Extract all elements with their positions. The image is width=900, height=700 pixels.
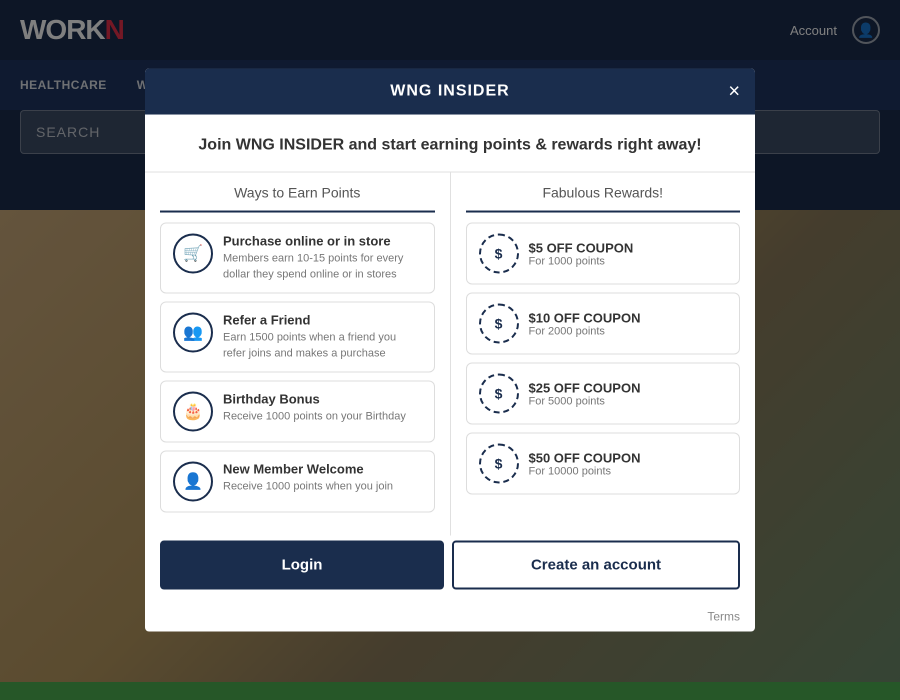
reward-sub-5: For 1000 points — [529, 255, 634, 267]
dollar-icon-50: $ — [479, 444, 519, 484]
reward-card-25: $ $25 OFF COUPON For 5000 points — [466, 363, 741, 425]
reward-sub-50: For 10000 points — [529, 465, 641, 477]
reward-info-5: $5 OFF COUPON For 1000 points — [529, 240, 634, 267]
earn-card-refer: 👥 Refer a Friend Earn 1500 points when a… — [160, 302, 435, 373]
modal: WNG INSIDER × Join WNG INSIDER and start… — [145, 69, 755, 632]
reward-info-10: $10 OFF COUPON For 2000 points — [529, 310, 641, 337]
welcome-icon: 👤 — [173, 461, 213, 501]
modal-columns: Ways to Earn Points 🛒 Purchase online or… — [145, 172, 755, 536]
earn-card-welcome: 👤 New Member Welcome Receive 1000 points… — [160, 450, 435, 512]
earn-title-purchase: Purchase online or in store — [223, 234, 422, 249]
earn-desc-purchase: Members earn 10-15 points for every doll… — [223, 252, 422, 283]
earn-card-birthday: 🎂 Birthday Bonus Receive 1000 points on … — [160, 380, 435, 442]
reward-card-50: $ $50 OFF COUPON For 10000 points — [466, 433, 741, 495]
col-rewards: Fabulous Rewards! $ $5 OFF COUPON For 10… — [451, 173, 756, 536]
terms-link[interactable]: Terms — [707, 609, 740, 623]
reward-info-50: $50 OFF COUPON For 10000 points — [529, 450, 641, 477]
earn-info-welcome: New Member Welcome Receive 1000 points w… — [223, 461, 393, 494]
dollar-icon-25: $ — [479, 374, 519, 414]
reward-card-5: $ $5 OFF COUPON For 1000 points — [466, 223, 741, 285]
earn-card-purchase: 🛒 Purchase online or in store Members ea… — [160, 223, 435, 294]
modal-header: WNG INSIDER × — [145, 69, 755, 115]
modal-title: WNG INSIDER — [390, 83, 509, 100]
earn-title-refer: Refer a Friend — [223, 313, 422, 328]
login-button[interactable]: Login — [160, 540, 444, 589]
earn-desc-welcome: Receive 1000 points when you join — [223, 479, 393, 494]
reward-sub-10: For 2000 points — [529, 325, 641, 337]
rewards-col-header: Fabulous Rewards! — [466, 173, 741, 213]
earn-info-birthday: Birthday Bonus Receive 1000 points on yo… — [223, 391, 406, 424]
col-earn: Ways to Earn Points 🛒 Purchase online or… — [145, 173, 451, 536]
earn-col-header: Ways to Earn Points — [160, 173, 435, 213]
earn-desc-refer: Earn 1500 points when a friend you refer… — [223, 331, 422, 362]
reward-card-10: $ $10 OFF COUPON For 2000 points — [466, 293, 741, 355]
modal-subtitle: Join WNG INSIDER and start earning point… — [145, 115, 755, 172]
reward-sub-25: For 5000 points — [529, 395, 641, 407]
reward-title-25: $25 OFF COUPON — [529, 380, 641, 395]
earn-info-refer: Refer a Friend Earn 1500 points when a f… — [223, 313, 422, 362]
modal-close-button[interactable]: × — [728, 82, 740, 102]
dollar-icon-5: $ — [479, 234, 519, 274]
reward-title-10: $10 OFF COUPON — [529, 310, 641, 325]
reward-title-5: $5 OFF COUPON — [529, 240, 634, 255]
refer-icon: 👥 — [173, 313, 213, 353]
reward-info-25: $25 OFF COUPON For 5000 points — [529, 380, 641, 407]
earn-title-welcome: New Member Welcome — [223, 461, 393, 476]
dollar-icon-10: $ — [479, 304, 519, 344]
create-account-button[interactable]: Create an account — [452, 540, 740, 589]
earn-desc-birthday: Receive 1000 points on your Birthday — [223, 409, 406, 424]
birthday-icon: 🎂 — [173, 391, 213, 431]
modal-footer: Terms — [145, 604, 755, 631]
earn-info-purchase: Purchase online or in store Members earn… — [223, 234, 422, 283]
cart-icon: 🛒 — [173, 234, 213, 274]
modal-buttons: Login Create an account — [145, 535, 755, 604]
earn-title-birthday: Birthday Bonus — [223, 391, 406, 406]
reward-title-50: $50 OFF COUPON — [529, 450, 641, 465]
